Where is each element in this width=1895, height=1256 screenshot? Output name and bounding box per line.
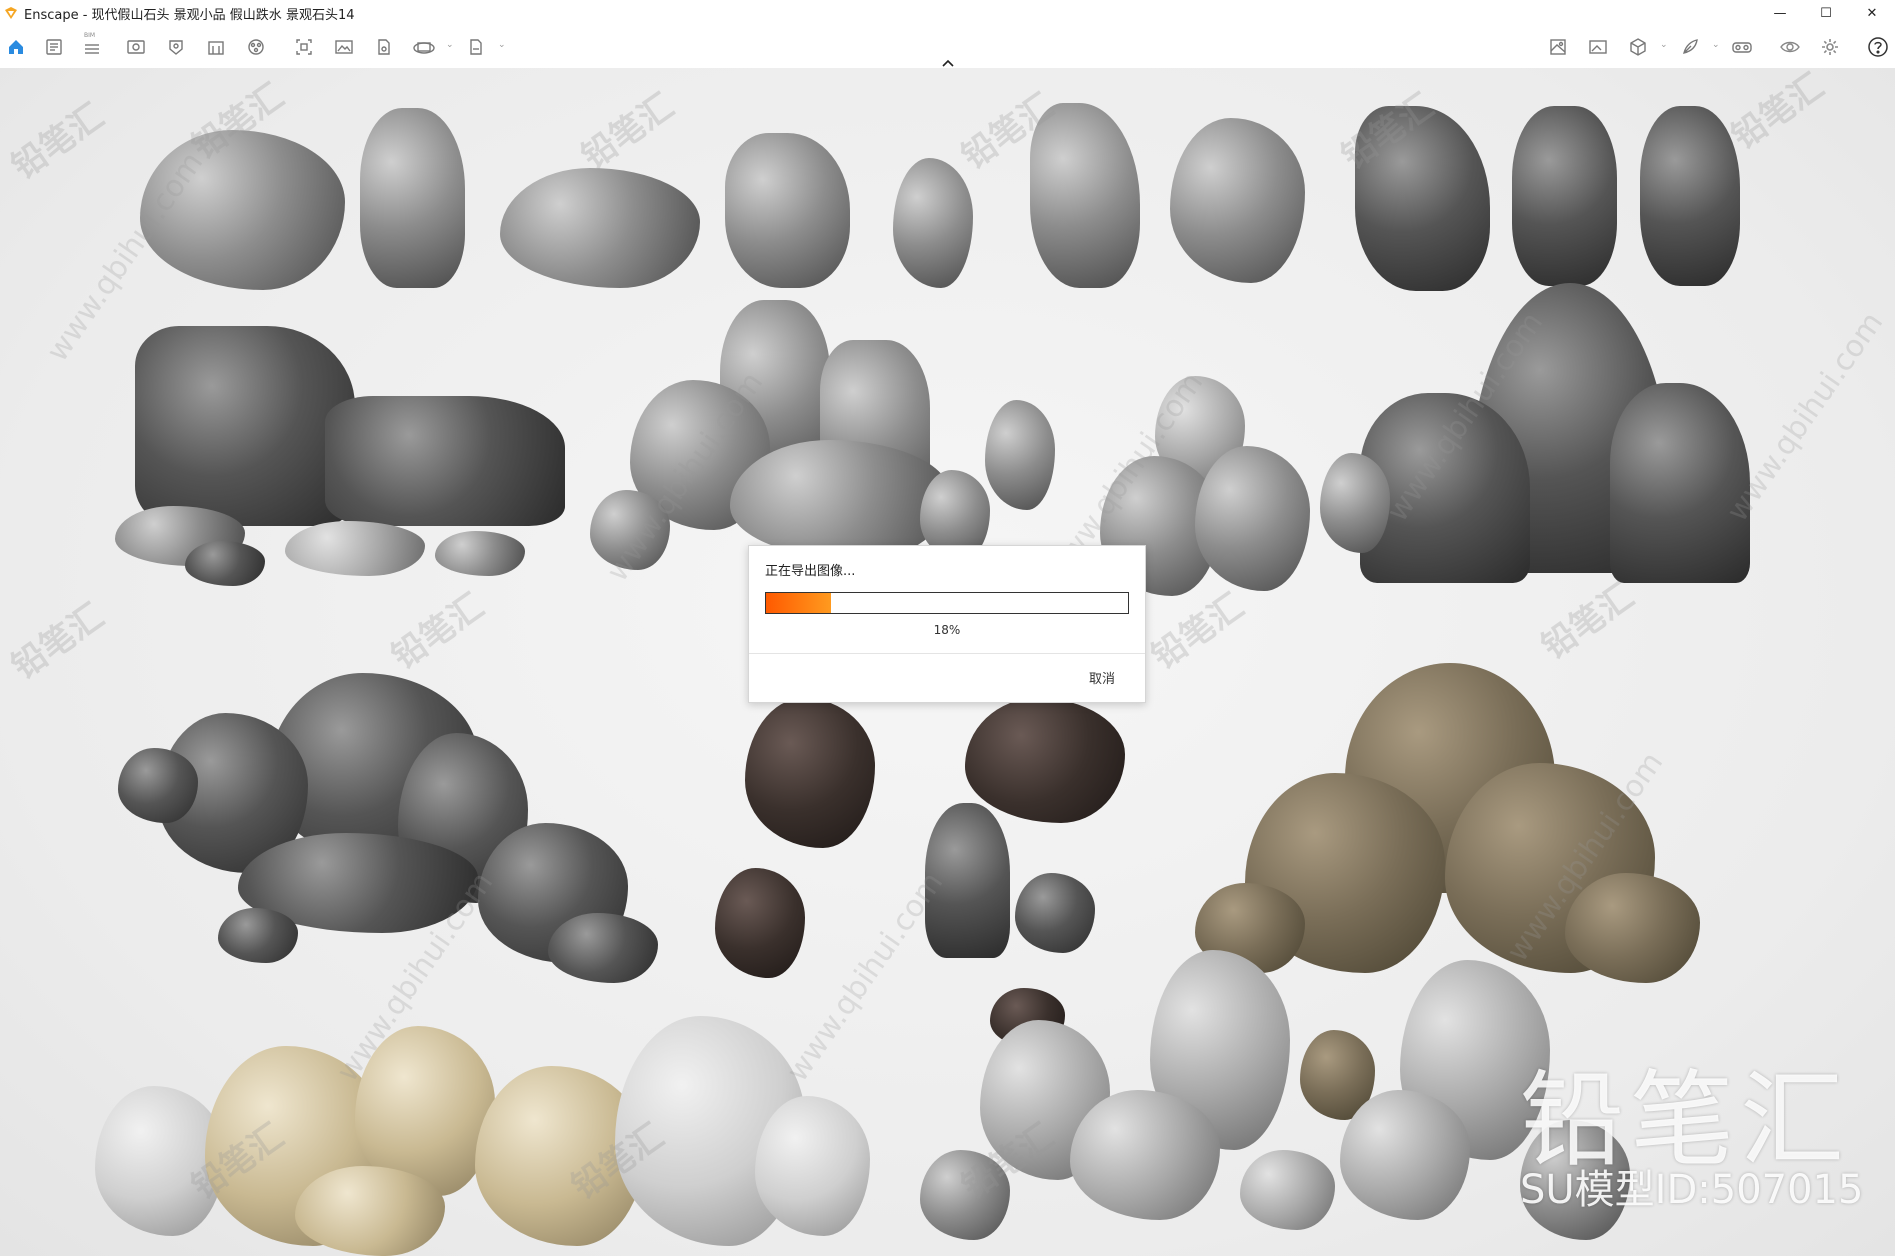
rock-model (1355, 106, 1490, 291)
bim-label: BIM (84, 32, 96, 39)
feather-icon[interactable] (1678, 35, 1702, 59)
rock-pile (1320, 283, 1760, 603)
enscape-logo-icon (4, 6, 18, 20)
window-title: Enscape - 现代假山石头 景观小品 假山跌水 景观石头14 (24, 7, 355, 23)
rock-model (360, 108, 465, 288)
home-icon[interactable] (4, 35, 28, 59)
watermark-text: 铅笔汇 (4, 96, 112, 188)
minimize-button[interactable]: — (1757, 0, 1803, 26)
rock-model (500, 168, 700, 288)
export-progress-bar (765, 592, 1129, 614)
screenshot-icon[interactable] (1586, 35, 1610, 59)
rock-model (1170, 118, 1305, 283)
cube-dropdown-caret-icon[interactable]: ⌄ (1660, 40, 1668, 50)
close-button[interactable]: ✕ (1849, 0, 1895, 26)
watermark-text: 铅笔汇 (384, 586, 492, 678)
eye-icon[interactable] (1778, 35, 1802, 59)
visual-settings-icon[interactable] (164, 35, 188, 59)
export-progress-dialog: 正在导出图像... 18% 取消 (748, 545, 1146, 703)
rock-pile (115, 316, 575, 586)
bim-icon[interactable]: BIM (80, 32, 104, 59)
panorama-dropdown-caret-icon[interactable]: ⌄ (446, 40, 454, 50)
model-id-watermark: SU模型ID:507015 (1520, 1167, 1864, 1213)
dialog-divider (749, 653, 1145, 654)
document-list-icon[interactable] (42, 35, 66, 59)
cube-icon[interactable] (1626, 35, 1650, 59)
window-controls: — ☐ ✕ (1757, 0, 1895, 26)
progress-fill (766, 593, 832, 613)
dialog-title: 正在导出图像... (765, 564, 856, 579)
progress-percent: 18% (933, 623, 961, 637)
watermark-text: 铅笔汇 (1724, 68, 1832, 158)
preview-window-icon[interactable] (124, 35, 148, 59)
rock-model (893, 158, 973, 288)
rock-pile (95, 1006, 875, 1256)
rock-pile (118, 673, 678, 988)
feather-dropdown-caret-icon[interactable]: ⌄ (1712, 40, 1720, 50)
collapse-toolbar-icon[interactable] (940, 54, 956, 67)
rock-model (1512, 106, 1617, 286)
vr-icon[interactable] (1730, 35, 1754, 59)
title-bar: Enscape - 现代假山石头 景观小品 假山跌水 景观石头14 — ☐ ✕ (0, 0, 1895, 26)
asset-library-icon[interactable] (244, 35, 268, 59)
maximize-button[interactable]: ☐ (1803, 0, 1849, 26)
help-icon[interactable] (1866, 35, 1890, 59)
exe-export-icon[interactable] (464, 35, 488, 59)
watermark-text: 铅笔汇 (4, 596, 112, 688)
watermark-text: 铅笔汇 (574, 86, 682, 178)
rock-model (1640, 106, 1740, 286)
map-icon[interactable] (1546, 35, 1570, 59)
building-icon[interactable] (204, 35, 228, 59)
rock-model (140, 130, 345, 290)
cancel-button[interactable]: 取消 (1089, 668, 1115, 687)
views-icon[interactable] (292, 35, 316, 59)
360-panorama-icon[interactable] (412, 35, 436, 59)
rock-model (725, 133, 850, 288)
image-icon[interactable] (332, 35, 356, 59)
rock-model (1030, 103, 1140, 288)
export-dropdown-caret-icon[interactable]: ⌄ (498, 40, 506, 50)
settings-icon[interactable] (1818, 35, 1842, 59)
material-icon[interactable] (372, 35, 396, 59)
